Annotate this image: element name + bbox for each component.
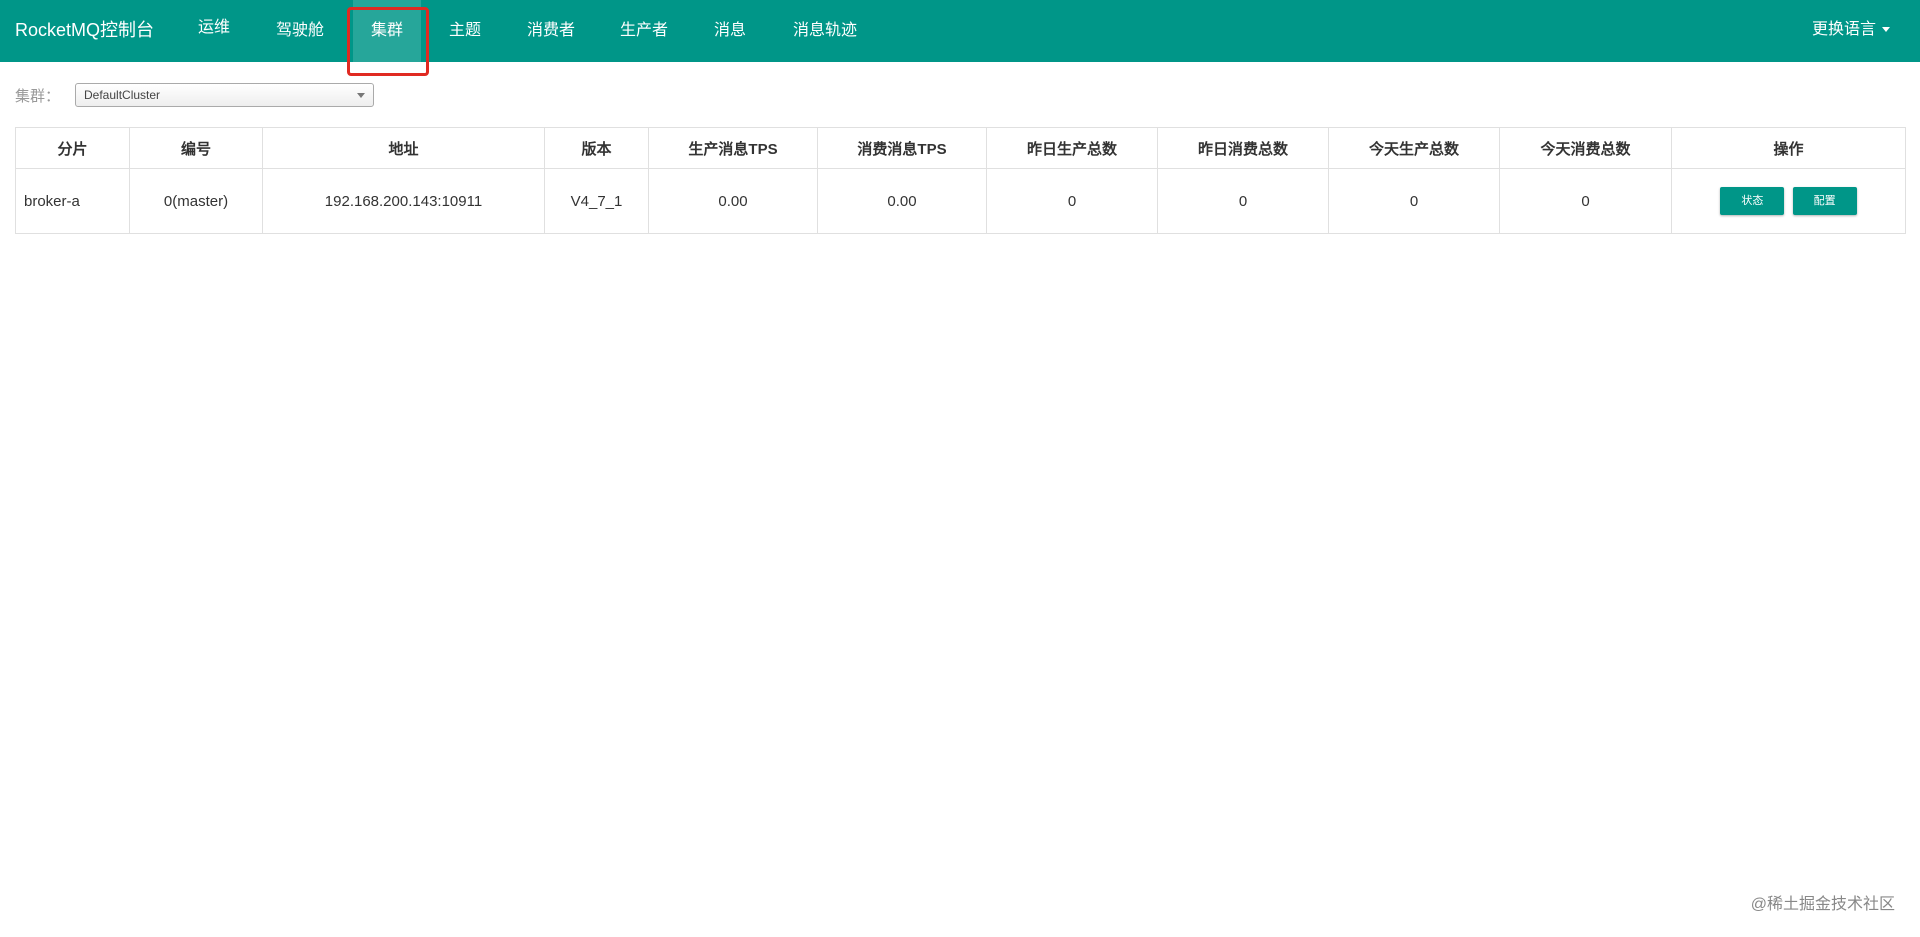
cell-shard: broker-a xyxy=(15,168,130,234)
dropdown-arrow-icon xyxy=(357,93,365,98)
cell-yesterday-consume: 0 xyxy=(1157,168,1329,234)
column-header-address: 地址 xyxy=(262,127,545,169)
cell-id: 0(master) xyxy=(129,168,263,234)
nav-item-ops[interactable]: 运维 xyxy=(186,0,242,59)
cluster-select[interactable]: DefaultCluster xyxy=(75,83,374,107)
top-navbar: RocketMQ控制台 运维 驾驶舱 集群 主题 消费者 生产者 消息 消息轨迹… xyxy=(0,0,1920,62)
cell-consume-tps: 0.00 xyxy=(817,168,987,234)
cluster-select-value: DefaultCluster xyxy=(84,88,161,102)
config-button[interactable]: 配置 xyxy=(1792,187,1857,215)
cell-today-produce: 0 xyxy=(1328,168,1500,234)
nav-item-message[interactable]: 消息 xyxy=(702,0,758,62)
status-button[interactable]: 状态 xyxy=(1720,187,1785,215)
column-header-today-produce: 今天生产总数 xyxy=(1328,127,1500,169)
table-row: broker-a 0(master) 192.168.200.143:10911… xyxy=(15,168,1906,234)
column-header-consume-tps: 消费消息TPS xyxy=(817,127,987,169)
broker-table: 分片 编号 地址 版本 生产消息TPS 消费消息TPS 昨日生产总数 昨日消费总… xyxy=(15,127,1906,234)
column-header-today-consume: 今天消费总数 xyxy=(1499,127,1672,169)
nav-item-producer[interactable]: 生产者 xyxy=(609,0,679,62)
table-header-row: 分片 编号 地址 版本 生产消息TPS 消费消息TPS 昨日生产总数 昨日消费总… xyxy=(15,127,1906,169)
language-label: 更换语言 xyxy=(1811,21,1876,38)
app-brand[interactable]: RocketMQ控制台 xyxy=(15,19,154,41)
cell-today-consume: 0 xyxy=(1499,168,1672,234)
cell-produce-tps: 0.00 xyxy=(648,168,818,234)
nav-item-message-trace[interactable]: 消息轨迹 xyxy=(784,0,866,62)
cluster-label: 集群： xyxy=(15,88,61,105)
column-header-yesterday-produce: 昨日生产总数 xyxy=(986,127,1158,169)
caret-down-icon xyxy=(1882,27,1890,33)
nav-item-dashboard[interactable]: 驾驶舱 xyxy=(265,0,335,62)
nav-item-cluster[interactable]: 集群 xyxy=(353,0,421,62)
nav-item-consumer[interactable]: 消费者 xyxy=(516,0,586,62)
column-header-shard: 分片 xyxy=(15,127,130,169)
column-header-id: 编号 xyxy=(129,127,263,169)
column-header-yesterday-consume: 昨日消费总数 xyxy=(1157,127,1329,169)
cell-version: V4_7_1 xyxy=(544,168,649,234)
watermark-text: @稀土掘金技术社区 xyxy=(1750,896,1895,913)
column-header-actions: 操作 xyxy=(1671,127,1906,169)
column-header-version: 版本 xyxy=(544,127,649,169)
language-dropdown[interactable]: 更换语言 xyxy=(1812,19,1890,41)
nav-item-topic[interactable]: 主题 xyxy=(437,0,493,62)
cell-actions: 状态 配置 xyxy=(1671,168,1906,234)
cell-address: 192.168.200.143:10911 xyxy=(262,168,545,234)
cell-yesterday-produce: 0 xyxy=(986,168,1158,234)
column-header-produce-tps: 生产消息TPS xyxy=(648,127,818,169)
